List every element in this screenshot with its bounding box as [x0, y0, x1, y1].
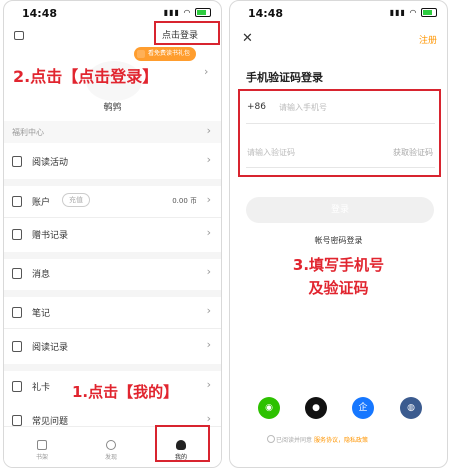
- recharge-button[interactable]: 充值: [62, 193, 90, 207]
- menu-item-label: 账户: [32, 198, 51, 208]
- highlight-login-link: [154, 21, 220, 45]
- highlight-input-area: [238, 89, 441, 177]
- divider: [4, 217, 221, 218]
- chevron-right-icon: ›: [206, 226, 211, 239]
- agreement-text: 已阅读并同意: [276, 437, 313, 444]
- section-gap: [4, 290, 221, 297]
- apple-icon[interactable]: ●: [305, 397, 327, 419]
- chevron-right-icon: ›: [206, 378, 211, 391]
- help-icon: [12, 415, 22, 426]
- section-gap: [4, 364, 221, 371]
- status-icons: ▮▮▮ ◠: [164, 8, 211, 17]
- menu-item-label: 笔记: [32, 309, 51, 319]
- note-icon: [12, 307, 22, 318]
- section-gap: [4, 179, 221, 186]
- chevron-right-icon: ›: [206, 193, 211, 206]
- promo-badge-label: 看免费读书礼包: [148, 50, 191, 57]
- menu-item-reading-history[interactable]: 阅读记录 ›: [4, 332, 221, 362]
- menu-item-messages[interactable]: 消息 ›: [4, 259, 221, 289]
- menu-item-gift-records[interactable]: 赠书记录 ›: [4, 220, 221, 250]
- tab-discover[interactable]: 发现: [91, 440, 131, 461]
- login-button[interactable]: 登录: [246, 197, 434, 223]
- menu-item-label: 礼卡: [32, 383, 51, 393]
- battery-icon: [421, 8, 437, 17]
- history-icon: [12, 341, 22, 352]
- register-link[interactable]: 注册: [419, 33, 437, 46]
- status-time: 14:48: [22, 7, 58, 20]
- chevron-right-icon: ›: [206, 124, 211, 137]
- nickname: 鹌鹑: [103, 103, 122, 113]
- agreement-line: 已阅读并同意 服务协议，隐私政策: [267, 435, 368, 444]
- annotation-step-3-line-2: 及验证码: [308, 279, 369, 297]
- scan-icon[interactable]: [14, 31, 24, 40]
- gift-record-icon: [12, 229, 22, 240]
- tab-label: 发现: [104, 454, 117, 461]
- welfare-center-row[interactable]: 福利中心 ›: [4, 121, 221, 143]
- menu-item-reading-activity[interactable]: 阅读活动 ›: [4, 147, 221, 177]
- chevron-right-icon: ›: [206, 304, 211, 317]
- chevron-right-icon: ›: [206, 412, 211, 425]
- account-balance: 0.00 币: [172, 197, 197, 205]
- card-icon: [12, 381, 22, 392]
- agreement-checkbox[interactable]: [267, 435, 275, 443]
- annotation-step-1: 1.点击【我的】: [72, 383, 179, 401]
- highlight-tab-me: [155, 425, 210, 462]
- password-login-link[interactable]: 帐号密码登录: [230, 235, 447, 246]
- status-time: 14:48: [248, 7, 284, 20]
- battery-icon: [195, 8, 211, 17]
- page-title: 手机验证码登录: [246, 71, 323, 84]
- status-bar: 14:48 ▮▮▮ ◠: [4, 1, 221, 23]
- chevron-right-icon: ›: [206, 338, 211, 351]
- message-icon: [12, 268, 22, 279]
- close-icon[interactable]: ✕: [242, 31, 253, 46]
- globe-icon[interactable]: ◍: [400, 397, 422, 419]
- annotation-step-3-line-1: 3.填写手机号: [292, 256, 385, 274]
- gift-icon: [137, 50, 145, 58]
- tab-label: 书架: [35, 454, 48, 461]
- bookshelf-icon: [37, 440, 47, 450]
- welfare-center-label: 福利中心: [12, 128, 44, 137]
- menu-item-label: 赠书记录: [32, 231, 69, 241]
- chevron-right-icon: ›: [206, 153, 211, 166]
- profile-chevron-icon: ›: [204, 65, 209, 78]
- chevron-right-icon: ›: [206, 265, 211, 278]
- phone-screen-profile: 14:48 ▮▮▮ ◠ 点击登录 看免费读书礼包 › 鹌鹑 2.点击【点击登录】…: [3, 0, 222, 468]
- discover-icon: [106, 440, 116, 450]
- agreement-link[interactable]: 服务协议，隐私政策: [314, 437, 368, 444]
- menu-item-label: 消息: [32, 270, 51, 280]
- menu-item-label: 阅读记录: [32, 343, 69, 353]
- wechat-icon[interactable]: ◉: [258, 397, 280, 419]
- enterprise-icon[interactable]: 企: [352, 397, 374, 419]
- menu-item-notes[interactable]: 笔记 ›: [4, 298, 221, 328]
- section-gap: [4, 252, 221, 259]
- wallet-icon: [12, 196, 22, 207]
- annotation-step-2: 2.点击【点击登录】: [13, 67, 159, 86]
- menu-item-label: 阅读活动: [32, 158, 69, 168]
- phone-screen-login: 14:48 ▮▮▮ ◠ ✕ 注册 手机验证码登录 +86 请输入手机号 请输入验…: [229, 0, 448, 468]
- menu-item-account[interactable]: 账户 充值 0.00 币 ›: [4, 187, 221, 217]
- tab-bookshelf[interactable]: 书架: [22, 440, 62, 461]
- divider: [4, 328, 221, 329]
- status-icons: ▮▮▮ ◠: [390, 8, 437, 17]
- book-icon: [12, 156, 22, 167]
- promo-badge[interactable]: 看免费读书礼包: [134, 47, 197, 61]
- status-bar: 14:48 ▮▮▮ ◠: [230, 1, 447, 23]
